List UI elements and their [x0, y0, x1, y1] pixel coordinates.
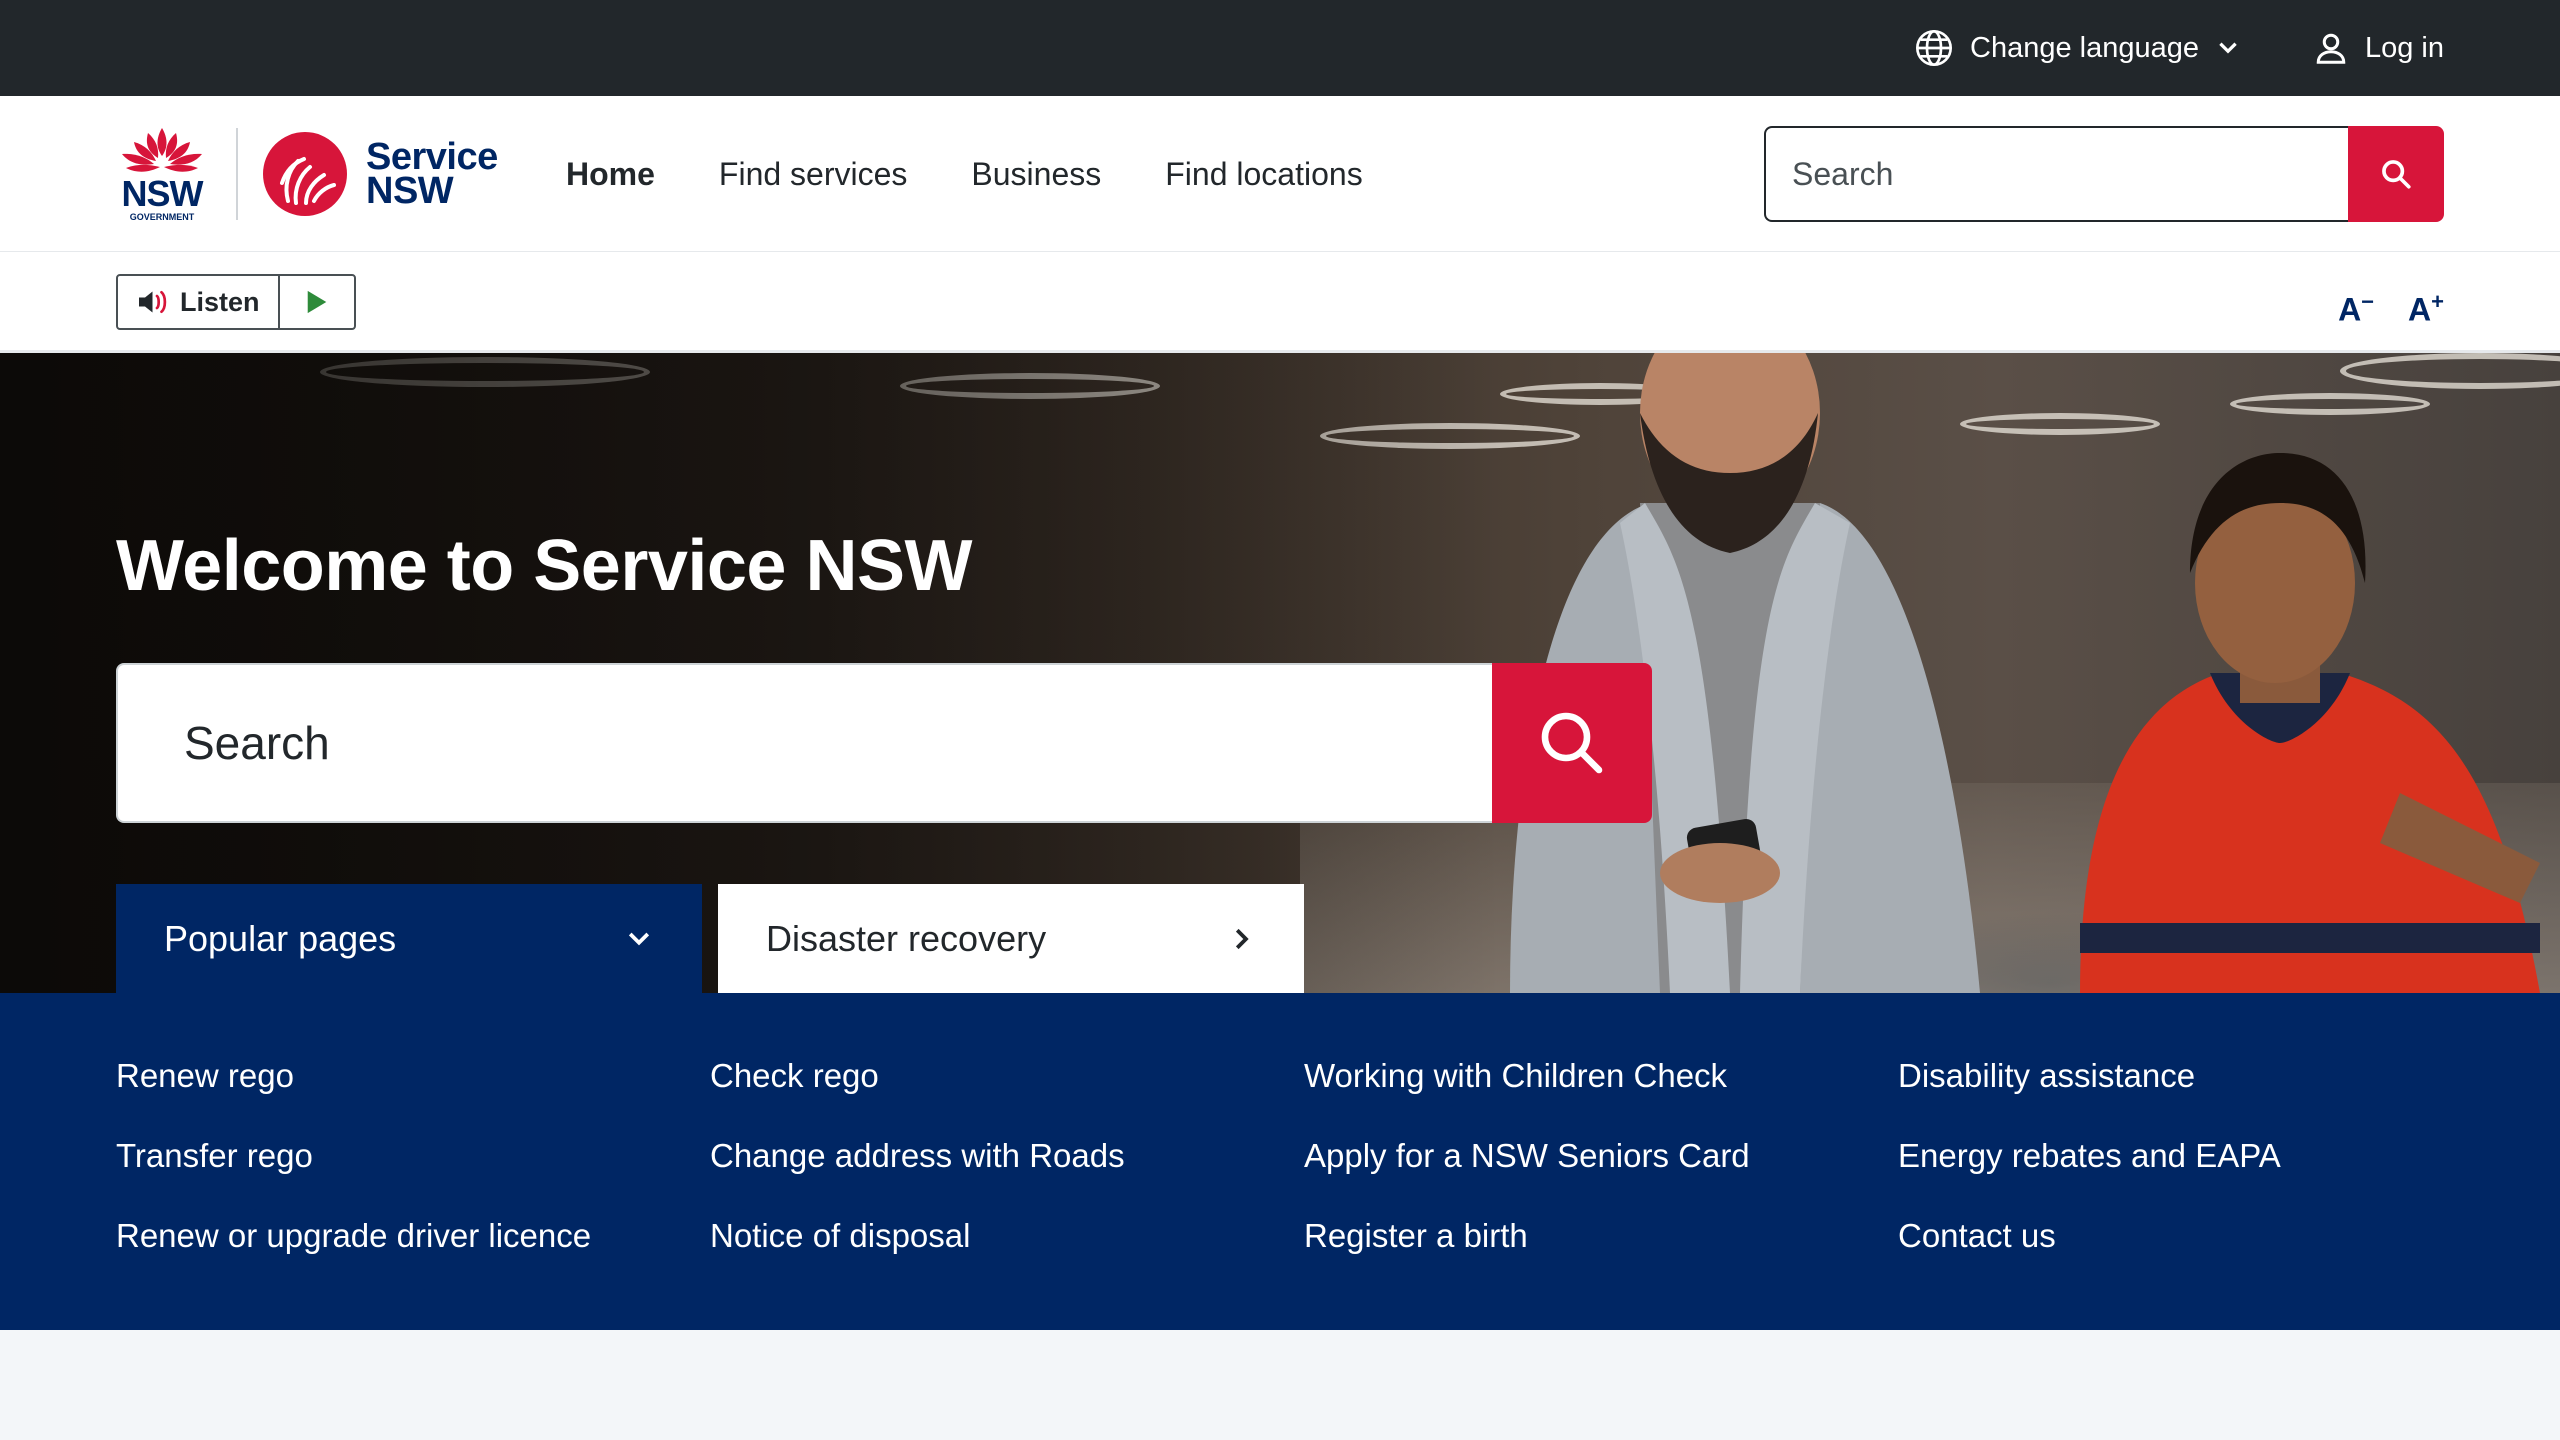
- increase-symbol: +: [2431, 289, 2444, 314]
- link-notice-of-disposal[interactable]: Notice of disposal: [710, 1217, 970, 1255]
- play-icon: [307, 290, 327, 314]
- link-disability-assistance[interactable]: Disability assistance: [1898, 1057, 2195, 1095]
- chevron-right-icon: [1235, 928, 1249, 949]
- link-energy-rebates[interactable]: Energy rebates and EAPA: [1898, 1137, 2281, 1175]
- header-search-button[interactable]: [2348, 126, 2444, 222]
- listen-button[interactable]: Listen: [118, 276, 280, 328]
- nav-find-locations[interactable]: Find locations: [1165, 156, 1362, 193]
- logo-link[interactable]: NSW GOVERNMENT Service NSW: [116, 124, 498, 224]
- change-language-label: Change language: [1970, 31, 2199, 64]
- tab-popular-pages-label: Popular pages: [164, 917, 397, 959]
- page-content-area: [0, 1330, 2560, 1440]
- hero-banner: Welcome to Service NSW Popular pages Dis…: [0, 353, 2560, 993]
- header-search-input[interactable]: [1764, 126, 2348, 222]
- nsw-government-logo: NSW GOVERNMENT: [116, 124, 208, 224]
- login-label: Log in: [2364, 31, 2444, 64]
- nav-home[interactable]: Home: [566, 156, 655, 193]
- text-size-controls: A− A+: [2338, 278, 2444, 334]
- service-nsw-logo: Service NSW: [262, 131, 498, 217]
- change-language-button[interactable]: Change language: [1914, 28, 2241, 68]
- listen-widget: Listen: [116, 274, 356, 330]
- popular-pages-panel: Renew rego Transfer rego Renew or upgrad…: [0, 993, 2560, 1330]
- listen-label: Listen: [180, 286, 260, 317]
- accessibility-bar: Listen A− A+: [0, 252, 2560, 353]
- link-check-rego[interactable]: Check rego: [710, 1057, 879, 1095]
- hero-search-button[interactable]: [1492, 663, 1652, 823]
- play-button[interactable]: [280, 276, 354, 328]
- chevron-down-icon: [628, 932, 650, 945]
- logo-divider: [236, 128, 238, 220]
- woman-photo: [2080, 453, 2540, 993]
- nav-find-services[interactable]: Find services: [719, 156, 908, 193]
- link-transfer-rego[interactable]: Transfer rego: [116, 1137, 313, 1175]
- globe-icon: [1914, 28, 1954, 68]
- link-change-address[interactable]: Change address with Roads: [710, 1137, 1125, 1175]
- speaker-icon: [139, 290, 167, 314]
- brand-line-nsw: NSW: [366, 170, 454, 212]
- login-button[interactable]: Log in: [2313, 30, 2444, 66]
- government-logo-text: GOVERNMENT: [129, 212, 195, 222]
- link-contact-us[interactable]: Contact us: [1898, 1217, 2056, 1255]
- tab-disaster-recovery-label: Disaster recovery: [766, 917, 1047, 959]
- decrease-label: A: [2338, 291, 2362, 328]
- decrease-text-size-button[interactable]: A−: [2338, 278, 2374, 334]
- header-search: [1764, 126, 2444, 222]
- tab-popular-pages[interactable]: Popular pages: [116, 884, 702, 993]
- link-renew-upgrade-licence[interactable]: Renew or upgrade driver licence: [116, 1217, 591, 1255]
- search-icon: [1541, 712, 1603, 774]
- search-icon: [2382, 160, 2411, 189]
- hero-search-input[interactable]: [116, 663, 1492, 823]
- hero-title: Welcome to Service NSW: [116, 526, 972, 606]
- site-header: NSW GOVERNMENT Service NSW Home Find ser…: [0, 96, 2560, 252]
- nsw-logo-text: NSW: [121, 173, 204, 214]
- main-navigation: Home Find services Business Find locatio…: [566, 96, 1363, 252]
- link-register-birth[interactable]: Register a birth: [1304, 1217, 1528, 1255]
- service-nsw-emblem-icon: [263, 132, 347, 216]
- decrease-symbol: −: [2361, 289, 2375, 314]
- brand-line-service: Service: [366, 136, 498, 178]
- increase-label: A: [2408, 291, 2432, 328]
- link-seniors-card[interactable]: Apply for a NSW Seniors Card: [1304, 1137, 1750, 1175]
- increase-text-size-button[interactable]: A+: [2408, 278, 2444, 334]
- nav-business[interactable]: Business: [971, 156, 1101, 193]
- utility-bar: Change language Log in: [0, 0, 2560, 96]
- link-working-with-children[interactable]: Working with Children Check: [1304, 1057, 1727, 1095]
- user-icon: [2313, 30, 2349, 66]
- chevron-down-icon: [2215, 35, 2241, 61]
- link-renew-rego[interactable]: Renew rego: [116, 1057, 294, 1095]
- hero-search: [116, 663, 1652, 823]
- tab-disaster-recovery[interactable]: Disaster recovery: [718, 884, 1304, 993]
